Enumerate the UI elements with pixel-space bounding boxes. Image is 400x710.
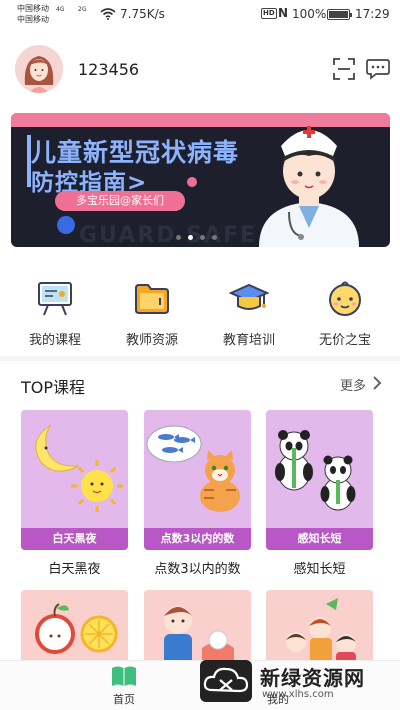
battery-percent: 100%	[292, 7, 327, 21]
moon-and-sun-icon	[35, 424, 123, 512]
panda-icon	[275, 430, 356, 511]
pagination-dot[interactable]	[200, 235, 205, 240]
section-title: TOP课程	[21, 378, 86, 397]
scan-icon[interactable]	[333, 58, 355, 80]
open-book-icon	[112, 666, 136, 686]
children-group-icon	[286, 598, 356, 670]
pagination-dot[interactable]	[176, 235, 181, 240]
network-tags-2: 2G	[78, 5, 86, 15]
course-card[interactable]	[266, 590, 373, 670]
pagination-dot[interactable]	[212, 235, 217, 240]
network-speed: 7.75K/s	[120, 7, 165, 21]
menu-label: 我的课程	[28, 333, 81, 348]
clock: 17:29	[355, 7, 390, 21]
course-caption[interactable]: 白天黑夜	[21, 558, 128, 577]
menu-my-courses[interactable]: 我的课程	[15, 278, 95, 348]
course-card[interactable]: 点数3以内的数	[144, 410, 251, 550]
carrier-1: 中国移动	[17, 4, 49, 13]
hd-badge: HD	[261, 8, 277, 19]
course-tag: 感知长短	[266, 528, 373, 550]
fish-and-cat-icon	[146, 425, 240, 512]
course-caption[interactable]: 点数3以内的数	[144, 558, 251, 577]
menu-teacher-resources[interactable]: 教师资源	[112, 278, 192, 348]
kids-icon	[164, 606, 234, 670]
network-tags: 4G	[56, 5, 64, 15]
nfc-icon: N	[278, 6, 289, 20]
girl-avatar-icon	[15, 45, 63, 93]
doctor-illustration-icon	[259, 126, 359, 247]
banner-decor-dot-small	[187, 177, 197, 187]
course-card[interactable]	[144, 590, 251, 670]
promo-banner[interactable]: 儿童新型冠状病毒 防控指南> 多宝乐园@家长们 GUARD SAFE	[11, 113, 390, 247]
course-tag: 白天黑夜	[21, 528, 128, 550]
network-type-1: 4G	[56, 6, 65, 13]
teaching-board-icon	[38, 282, 72, 316]
more-link[interactable]: 更多	[340, 375, 366, 394]
banner-pagination[interactable]	[176, 235, 217, 240]
course-card[interactable]	[21, 590, 128, 670]
menu-education-training[interactable]: 教育培训	[209, 278, 289, 348]
banner-decor-dot	[57, 216, 75, 234]
menu-label: 无价之宝	[318, 333, 371, 348]
nav-home-label: 首页	[113, 693, 135, 706]
watermark-url: www.xlhs.com	[262, 689, 334, 700]
username: 123456	[78, 60, 140, 79]
status-bar: 中国移动 中国移动 4G 2G 7.75K/s HD N 100% 17:29	[0, 0, 400, 30]
cloud-logo-icon	[200, 660, 252, 702]
nav-home[interactable]: 首页	[100, 665, 148, 707]
course-card[interactable]: 白天黑夜	[21, 410, 128, 550]
wifi-icon	[100, 8, 116, 20]
fruit-icon	[35, 603, 118, 654]
message-icon[interactable]	[366, 58, 390, 80]
chevron-right-icon[interactable]	[372, 376, 382, 390]
network-type-2: 2G	[78, 6, 87, 13]
pagination-dot[interactable]	[188, 235, 193, 240]
graduation-cap-icon	[229, 283, 269, 310]
section-divider	[0, 356, 400, 361]
course-caption[interactable]: 感知长短	[266, 558, 373, 577]
menu-label: 教师资源	[125, 333, 178, 348]
menu-treasure[interactable]: 无价之宝	[305, 278, 385, 348]
avatar[interactable]	[15, 45, 63, 93]
battery-icon	[327, 9, 352, 20]
menu-label: 教育培训	[222, 333, 275, 348]
banner-pill: 多宝乐园@家长们	[55, 191, 185, 211]
watermark-title: 新绿资源网	[260, 666, 365, 690]
course-card[interactable]: 感知长短	[266, 410, 373, 550]
folder-icon	[135, 284, 169, 314]
site-watermark: 新绿资源网 www.xlhs.com	[200, 660, 400, 706]
baby-face-icon	[329, 281, 361, 316]
carrier-2: 中国移动	[17, 15, 49, 24]
course-tag: 点数3以内的数	[144, 528, 251, 550]
